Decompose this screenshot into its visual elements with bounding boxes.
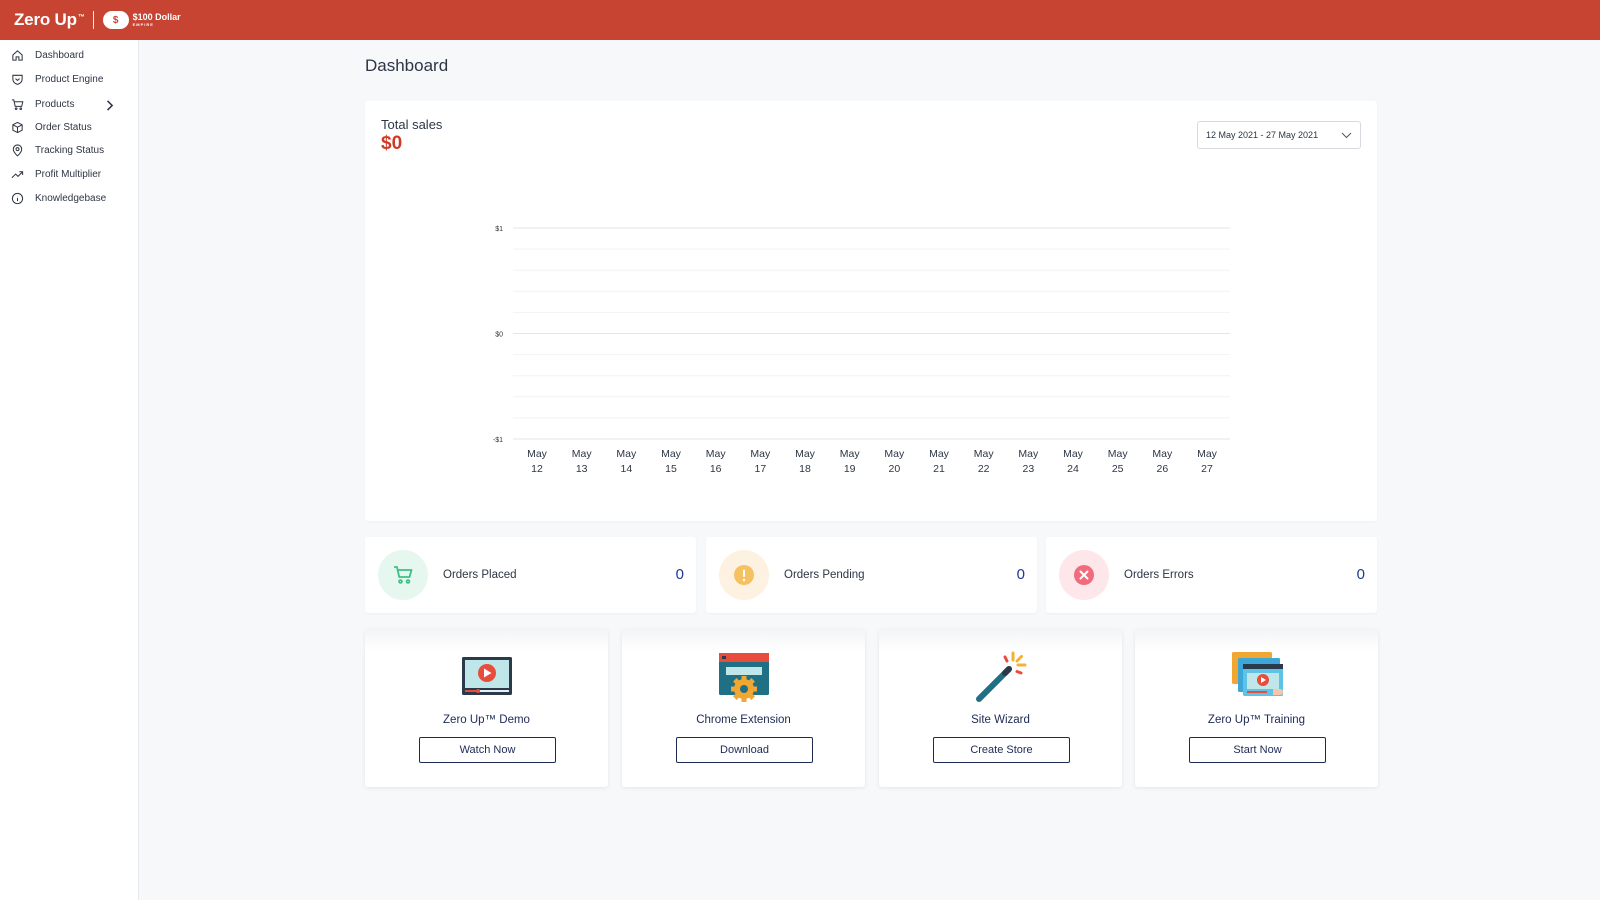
partner-subtitle: EMPIRE	[132, 22, 154, 27]
start-now-button[interactable]: Start Now	[1189, 737, 1326, 763]
x-tick-label: May 25	[1108, 448, 1129, 475]
sidebar-item-knowledgebase[interactable]: Knowledgebase	[0, 188, 139, 208]
top-bar: Zero Up ™ $ $100 Dollar EMPIRE	[0, 0, 1600, 40]
brand-trademark: ™	[77, 13, 85, 21]
orders-pending-card[interactable]: Orders Pending 0	[706, 537, 1037, 613]
total-sales-card: Total sales $0 12 May 2021 - 27 May 2021…	[365, 101, 1377, 521]
download-button[interactable]: Download	[676, 737, 813, 763]
x-tick-label: May 27	[1197, 448, 1218, 475]
feature-card-chrome-extension: Chrome Extension Download	[622, 629, 865, 787]
magic-wand-icon	[975, 651, 1026, 702]
orders-pending-label: Orders Pending	[784, 569, 865, 581]
brand-name: Zero Up	[14, 10, 77, 29]
page-title: Dashboard	[365, 56, 449, 75]
brand-divider	[92, 11, 94, 29]
chevron-right-icon[interactable]	[103, 99, 116, 112]
x-tick-label: May 14	[616, 448, 637, 475]
sidebar-item-tracking-status[interactable]: Tracking Status	[0, 140, 139, 160]
orders-placed-card[interactable]: Orders Placed 0	[365, 537, 696, 613]
sidebar-item-profit-multiplier[interactable]: Profit Multiplier	[0, 164, 139, 184]
x-tick-label: May 12	[527, 448, 548, 475]
x-tick-label: May 13	[572, 448, 593, 475]
home-icon	[12, 49, 23, 61]
orders-pending-icon-bg	[719, 550, 769, 600]
video-player-icon	[461, 657, 512, 695]
orders-errors-value: 0	[1356, 566, 1365, 583]
y-tick-label: -$1	[493, 437, 503, 444]
x-tick-label: May 18	[795, 448, 816, 475]
x-tick-label: May 24	[1063, 448, 1084, 475]
x-tick-label: May 15	[661, 448, 682, 475]
orders-placed-value: 0	[675, 566, 684, 583]
y-tick-label: $1	[495, 226, 503, 233]
x-tick-label: May 16	[706, 448, 727, 475]
orders-errors-label: Orders Errors	[1124, 569, 1194, 581]
partner-name: $100 Dollar	[132, 12, 181, 22]
feature-title: Site Wizard	[971, 714, 1030, 726]
sidebar-item-label: Knowledgebase	[35, 192, 107, 204]
feature-title: Zero Up™ Training	[1207, 714, 1306, 726]
cart-icon	[11, 98, 24, 110]
sidebar-item-label: Tracking Status	[35, 144, 105, 156]
x-tick-label: May 21	[929, 448, 950, 475]
feature-card-training: Zero Up™ Training Start Now	[1135, 629, 1378, 787]
feature-title: Chrome Extension	[696, 714, 791, 726]
sales-line-chart: $1 $0 -$1 May 12 May 13 May 14 May 15 May 16 May 17 May…	[493, 226, 1230, 475]
feature-card-demo: Zero Up™ Demo Watch Now	[365, 629, 608, 787]
info-icon	[11, 192, 24, 204]
box-icon	[12, 121, 23, 133]
feature-card-site-wizard: Site Wizard Create Store	[879, 629, 1122, 787]
orders-placed-icon-bg	[378, 550, 428, 600]
shield-icon	[12, 74, 23, 85]
sidebar-item-products[interactable]: Products	[0, 94, 139, 114]
dollar-badge-icon: $	[102, 11, 129, 29]
training-video-icon	[1231, 652, 1283, 696]
x-tick-label: May 22	[974, 448, 995, 475]
x-circle-icon	[1074, 565, 1094, 585]
trending-up-icon	[11, 170, 24, 178]
x-tick-label: May 26	[1152, 448, 1173, 475]
sidebar-item-label: Dashboard	[35, 49, 84, 61]
partner-logo: $ $100 Dollar EMPIRE	[102, 11, 181, 29]
x-tick-label: May 17	[750, 448, 771, 475]
sidebar-item-label: Order Status	[35, 121, 92, 133]
x-tick-label: May 19	[840, 448, 861, 475]
orders-errors-icon-bg	[1059, 550, 1109, 600]
sidebar-item-label: Profit Multiplier	[35, 168, 102, 180]
feature-title: Zero Up™ Demo	[443, 714, 530, 726]
exclamation-icon	[734, 565, 754, 585]
x-tick-label: May 20	[884, 448, 905, 475]
create-store-button[interactable]: Create Store	[933, 737, 1070, 763]
sidebar-item-label: Products	[35, 98, 75, 110]
sidebar-item-product-engine[interactable]: Product Engine	[0, 69, 139, 89]
browser-gear-icon	[718, 653, 769, 702]
x-tick-label: May 23	[1018, 448, 1039, 475]
y-tick-label: $0	[495, 332, 503, 339]
cart-icon	[394, 566, 413, 584]
watch-now-button[interactable]: Watch Now	[419, 737, 556, 763]
location-pin-icon	[12, 143, 23, 157]
orders-pending-value: 0	[1016, 566, 1025, 583]
orders-errors-card[interactable]: Orders Errors 0	[1046, 537, 1377, 613]
sidebar-item-order-status[interactable]: Order Status	[0, 117, 139, 137]
zero-up-logo[interactable]: Zero Up ™	[14, 10, 85, 30]
sidebar-item-label: Product Engine	[35, 73, 104, 85]
sidebar-item-dashboard[interactable]: Dashboard	[0, 45, 139, 65]
orders-placed-label: Orders Placed	[443, 569, 517, 581]
sidebar: Dashboard Product Engine Products Order …	[0, 40, 139, 900]
